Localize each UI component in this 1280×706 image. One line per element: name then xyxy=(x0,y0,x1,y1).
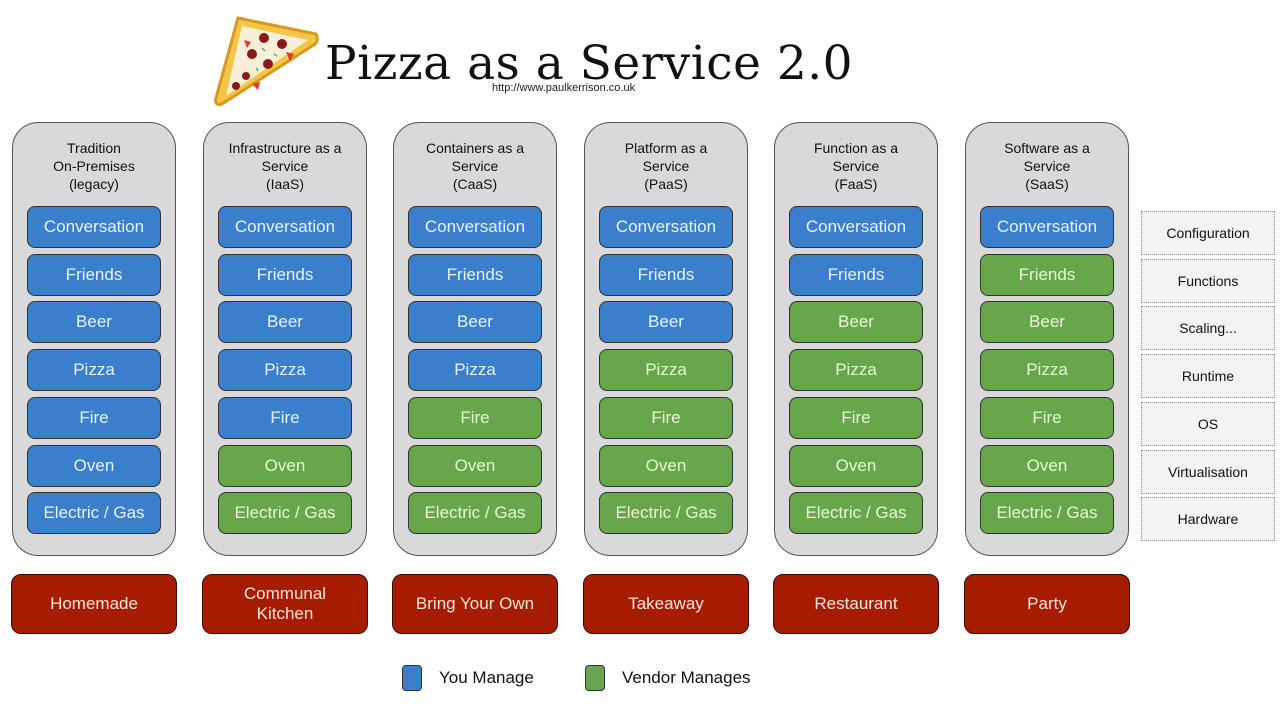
legend-you-manage: You Manage xyxy=(402,664,534,692)
legend-swatch-green xyxy=(585,665,605,691)
service-column: Infrastructure as a Service (IaaS) Conver… xyxy=(203,122,367,556)
service-column: Tradition On-Premises (legacy) Conversati… xyxy=(12,122,176,556)
layer-oven: Oven xyxy=(408,444,542,487)
layer-oven: Oven xyxy=(27,444,161,487)
layer-electric-gas: Electric / Gas xyxy=(980,492,1114,535)
service-column: Software as a Service (SaaS) Conversation… xyxy=(965,122,1129,556)
layer-pizza: Pizza xyxy=(27,349,161,392)
legend-vendor-manages: Vendor Manages xyxy=(585,664,751,692)
side-label: OS xyxy=(1141,401,1275,446)
column-title: Infrastructure as a Service (IaaS) xyxy=(228,140,342,192)
side-label: Hardware xyxy=(1141,497,1275,542)
layer-electric-gas: Electric / Gas xyxy=(599,492,733,535)
layer-fire: Fire xyxy=(27,396,161,439)
side-label: Configuration xyxy=(1141,211,1275,255)
layer-oven: Oven xyxy=(789,444,923,487)
analogy-label: Communal Kitchen xyxy=(202,574,368,634)
layer-conversation: Conversation xyxy=(980,206,1114,248)
layer-conversation: Conversation xyxy=(789,206,923,248)
layer-conversation: Conversation xyxy=(27,206,161,248)
service-column: Containers as a Service (CaaS) Conversati… xyxy=(393,122,557,556)
layer-oven: Oven xyxy=(599,444,733,487)
subtitle-url: http://www.paulkerrison.co.uk xyxy=(492,82,636,94)
column-title: Software as a Service (SaaS) xyxy=(1004,140,1090,192)
layer-beer: Beer xyxy=(599,301,733,344)
layer-electric-gas: Electric / Gas xyxy=(27,492,161,535)
layer-fire: Fire xyxy=(599,396,733,439)
column-title: Platform as a Service (PaaS) xyxy=(624,140,708,192)
pizza-slice-icon xyxy=(214,16,319,106)
service-column: Platform as a Service (PaaS) Conversation… xyxy=(584,122,748,556)
side-label: Functions xyxy=(1141,258,1275,303)
layer-conversation: Conversation xyxy=(218,206,352,248)
legend-swatch-blue xyxy=(402,665,422,691)
layer-electric-gas: Electric / Gas xyxy=(218,492,352,535)
layer-pizza: Pizza xyxy=(218,349,352,392)
analogy-label: Homemade xyxy=(11,574,177,634)
analogy-label: Party xyxy=(964,574,1130,634)
layer-fire: Fire xyxy=(218,396,352,439)
layer-friends: Friends xyxy=(789,253,923,296)
column-title: Tradition On-Premises (legacy) xyxy=(53,140,135,192)
layer-beer: Beer xyxy=(218,301,352,344)
layer-pizza: Pizza xyxy=(980,349,1114,392)
layer-conversation: Conversation xyxy=(599,206,733,248)
header: Pizza as a Service 2.0 http://www.paulke… xyxy=(205,8,853,108)
analogy-label: Restaurant xyxy=(773,574,939,634)
layer-beer: Beer xyxy=(789,301,923,344)
side-label: Virtualisation xyxy=(1141,449,1275,494)
side-label: Scaling... xyxy=(1141,306,1275,351)
layer-beer: Beer xyxy=(408,301,542,344)
layer-pizza: Pizza xyxy=(599,349,733,392)
layer-electric-gas: Electric / Gas xyxy=(789,492,923,535)
layer-fire: Fire xyxy=(980,396,1114,439)
legend-label: You Manage xyxy=(439,668,534,687)
layer-pizza: Pizza xyxy=(408,349,542,392)
layer-fire: Fire xyxy=(408,396,542,439)
layer-electric-gas: Electric / Gas xyxy=(408,492,542,535)
analogy-label: Takeaway xyxy=(583,574,749,634)
column-title: Function as a Service (FaaS) xyxy=(813,140,899,192)
analogy-label: Bring Your Own xyxy=(392,574,558,634)
legend-label: Vendor Manages xyxy=(622,668,751,687)
layer-fire: Fire xyxy=(789,396,923,439)
layer-beer: Beer xyxy=(27,301,161,344)
layer-friends: Friends xyxy=(980,253,1114,296)
service-column: Function as a Service (FaaS) Conversation… xyxy=(774,122,938,556)
layer-beer: Beer xyxy=(980,301,1114,344)
layer-pizza: Pizza xyxy=(789,349,923,392)
layer-oven: Oven xyxy=(218,444,352,487)
layer-conversation: Conversation xyxy=(408,206,542,248)
layer-friends: Friends xyxy=(408,253,542,296)
layer-oven: Oven xyxy=(980,444,1114,487)
layer-friends: Friends xyxy=(218,253,352,296)
layer-friends: Friends xyxy=(599,253,733,296)
column-title: Containers as a Service (CaaS) xyxy=(425,140,525,192)
side-label: Runtime xyxy=(1141,354,1275,399)
layer-friends: Friends xyxy=(27,253,161,296)
